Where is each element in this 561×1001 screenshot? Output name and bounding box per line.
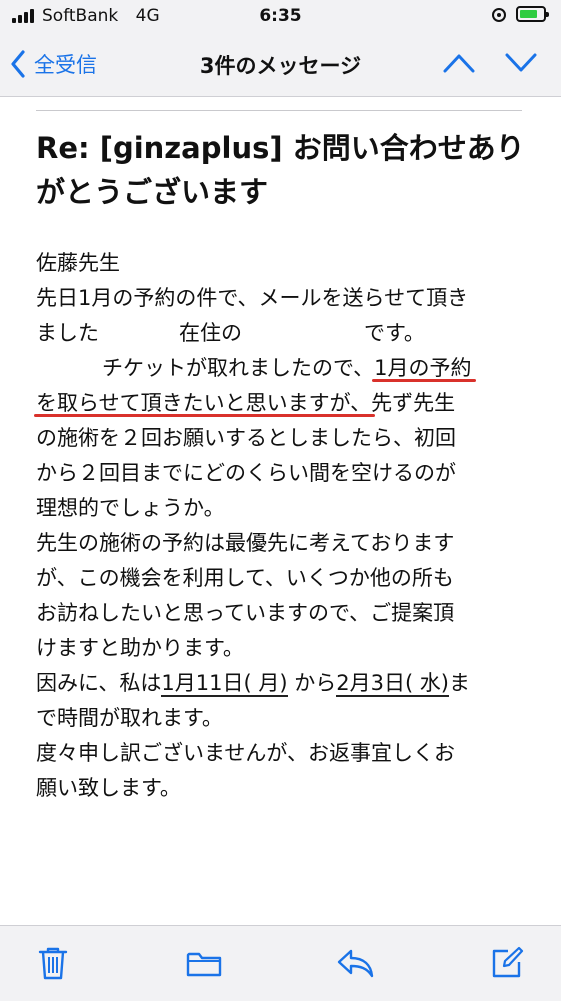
body-text: から (287, 671, 337, 695)
email-subject: Re: [ginzaplus] お問い合わせあり がとうございます (36, 126, 536, 214)
date-link[interactable]: 2月3日( 水) (336, 671, 450, 697)
battery-icon (516, 6, 549, 22)
body-line: けますと助かります。 (36, 636, 244, 660)
status-time: 6:35 (259, 6, 302, 26)
body-line: 理想的でしょうか。 (36, 496, 225, 520)
body-line: が、この機会を利用して、いくつか他の所も (36, 566, 454, 590)
body-line: 先日1月の予約の件で、メールを送らせて頂き (36, 286, 469, 310)
date-link[interactable]: 1月11日( 月) (161, 671, 288, 697)
body-text: ました (36, 321, 99, 345)
body-line: 願い致します。 (36, 776, 181, 800)
body-line: 先生の施術の予約は最優先に考えております (36, 531, 455, 555)
body-line: お訪ねしたいと思っていますので、ご提案頂 (36, 601, 455, 625)
compose-icon[interactable] (490, 946, 524, 980)
folder-icon[interactable] (186, 950, 222, 978)
body-line: の施術を２回お願いするとしましたら、初回 (36, 426, 456, 450)
previous-message-icon[interactable] (442, 52, 476, 74)
body-line: ました 在住の です。 (36, 316, 541, 351)
body-line: から２回目までにどのくらい間を空けるのが (36, 461, 456, 485)
body-line: チケットが取れましたので、1月の予約 (36, 351, 541, 386)
highlighted-text: を取らせて頂きたいと思いますが、 (36, 391, 372, 415)
status-bar: SoftBank 4G 6:35 (0, 0, 561, 34)
body-text: ま (449, 671, 471, 695)
nav-bar: 全受信 3件のメッセージ (0, 34, 561, 97)
email-body: 佐藤先生 先日1月の予約の件で、メールを送らせて頂き ました 在住の です。 チケッ… (36, 246, 541, 806)
bottom-toolbar (0, 925, 561, 1001)
body-text: です。 (364, 321, 425, 345)
body-text: 先ず先生 (371, 391, 456, 415)
rotation-lock-icon (492, 8, 506, 22)
body-line: 因みに、私は1月11日( 月) から2月3日( 水)ま (36, 666, 541, 701)
body-line: を取らせて頂きたいと思いますが、先ず先生 (36, 386, 541, 421)
body-text: チケットが取れましたので、 (102, 356, 375, 380)
subject-line: Re: [ginzaplus] お問い合わせあり (36, 131, 525, 165)
reply-icon[interactable] (336, 948, 374, 978)
body-line: 佐藤先生 (36, 251, 120, 275)
body-line: で時間が取れます。 (36, 706, 223, 730)
body-text: 因みに、私は (36, 671, 162, 695)
highlighted-text: 1月の予約 (374, 356, 472, 380)
body-line: 度々申し訳ございませんが、お返事宜しくお (36, 741, 455, 765)
divider (36, 110, 522, 111)
body-text: 在住の (179, 321, 242, 345)
next-message-icon[interactable] (504, 52, 538, 74)
trash-icon[interactable] (38, 946, 68, 980)
subject-line: がとうございます (36, 175, 269, 209)
nav-title: 3件のメッセージ (199, 54, 362, 78)
